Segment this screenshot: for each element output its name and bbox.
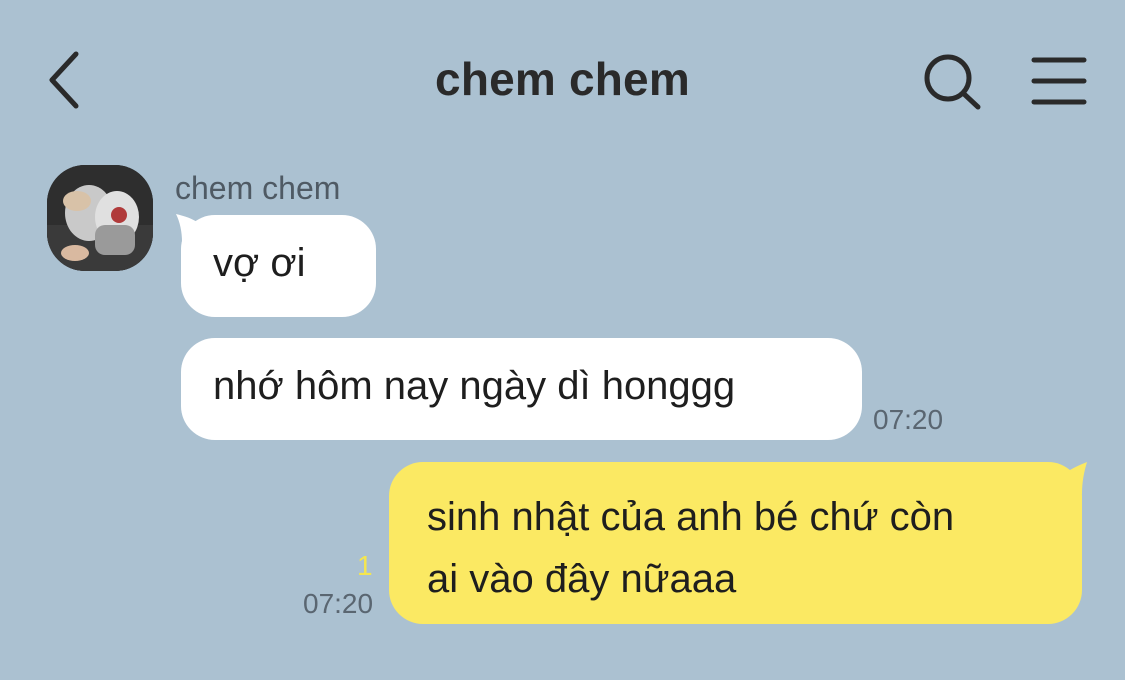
search-icon [924,54,981,110]
menu-button[interactable] [1028,52,1090,112]
message-timestamp: 07:20 [873,404,944,435]
search-button[interactable] [920,50,986,114]
incoming-message-bubble[interactable]: nhớ hôm nay ngày dì honggg [181,338,862,440]
message-text: nhớ hôm nay ngày dì honggg [213,364,736,408]
outgoing-message-bubble[interactable]: sinh nhật của anh bé chứ còn ai vào đây … [389,462,1082,624]
avatar[interactable] [47,165,153,271]
message-timestamp: 07:20 [303,588,374,619]
chat-header: chem chem [0,0,1125,160]
incoming-message-bubble[interactable]: vợ ơi [181,215,376,317]
message-text-line: sinh nhật của anh bé chứ còn [427,495,955,539]
menu-icon [1031,57,1087,105]
back-button[interactable] [40,48,90,112]
message-text-line: ai vào đây nữaaa [427,557,737,601]
sender-name: chem chem [175,170,341,206]
chevron-left-icon [49,51,79,109]
message-text: vợ ơi [213,241,306,285]
avatar-photo [47,165,153,271]
unread-count: 1 [357,550,373,581]
